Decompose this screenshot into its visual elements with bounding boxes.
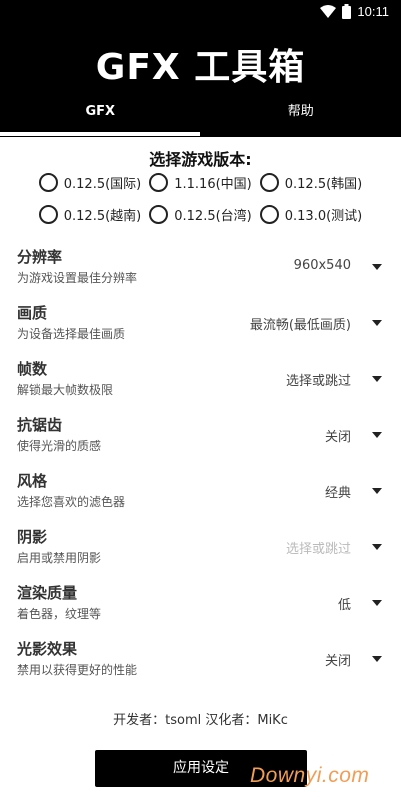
setting-resolution[interactable]: 分辨率 为游戏设置最佳分辨率 960x540	[0, 238, 401, 294]
radio-button[interactable]	[38, 173, 58, 192]
setting-description: 解锁最大帧数极限	[17, 383, 114, 397]
setting-antialiasing[interactable]: 抗锯齿 使得光滑的质感 关闭	[0, 406, 401, 462]
setting-description: 为游戏设置最佳分辨率	[17, 271, 138, 285]
setting-value[interactable]: 960x540	[294, 258, 351, 273]
setting-description: 着色器，纹理等	[17, 607, 102, 621]
app-bar: GFX 工具箱 GFX 帮助	[0, 24, 401, 137]
setting-fps[interactable]: 帧数 解锁最大帧数极限 选择或跳过	[0, 350, 401, 406]
setting-description: 选择您喜欢的滤色器	[17, 495, 126, 509]
version-option[interactable]: 0.12.5(国际)	[38, 173, 142, 192]
setting-title: 帧数	[17, 360, 48, 378]
version-option[interactable]: 0.13.0(测试)	[259, 205, 363, 224]
version-option-label: 0.13.0(测试)	[284, 209, 363, 224]
scroll-fade	[0, 684, 401, 702]
radio-button[interactable]	[259, 205, 279, 224]
setting-description: 禁用以获得更好的性能	[17, 663, 138, 677]
radio-button[interactable]	[149, 205, 169, 224]
status-bar: 10:11	[0, 0, 401, 24]
dropdown-arrow-icon[interactable]	[372, 376, 382, 382]
dropdown-arrow-icon[interactable]	[372, 656, 382, 662]
version-option-label: 0.12.5(越南)	[63, 209, 142, 224]
setting-title: 风格	[17, 472, 48, 490]
setting-shadows[interactable]: 阴影 启用或禁用阴影 选择或跳过	[0, 518, 401, 574]
wifi-icon	[320, 5, 337, 18]
settings-list[interactable]: 分辨率 为游戏设置最佳分辨率 960x540 画质 为设备选择最佳画质 最流畅(…	[0, 238, 401, 700]
setting-value[interactable]: 关闭	[325, 650, 351, 669]
setting-render-quality[interactable]: 渲染质量 着色器，纹理等 低	[0, 574, 401, 630]
version-radio-row-2: 0.12.5(越南) 0.12.5(台湾) 0.13.0(测试)	[0, 205, 401, 224]
setting-graphics[interactable]: 画质 为设备选择最佳画质 最流畅(最低画质)	[0, 294, 401, 350]
radio-button[interactable]	[38, 205, 58, 224]
app-title: GFX 工具箱	[95, 47, 306, 88]
version-section-title: 选择游戏版本:	[149, 150, 252, 169]
setting-value[interactable]: 最流畅(最低画质)	[250, 314, 351, 333]
credits-text: 开发者：tsoml 汉化者：MiKc	[113, 713, 288, 728]
dropdown-arrow-icon[interactable]	[372, 488, 382, 494]
watermark: Downyi.com	[250, 764, 370, 787]
setting-value[interactable]: 选择或跳过	[286, 370, 351, 389]
setting-description: 使得光滑的质感	[17, 439, 102, 453]
setting-lighting-effects[interactable]: 光影效果 禁用以获得更好的性能 关闭	[0, 630, 401, 686]
dropdown-arrow-icon[interactable]	[372, 544, 382, 550]
setting-value[interactable]: 经典	[325, 482, 351, 501]
version-option[interactable]: 0.12.5(越南)	[38, 205, 142, 224]
version-option-label: 0.12.5(国际)	[63, 177, 142, 192]
version-option-label: 0.12.5(台湾)	[174, 209, 252, 224]
setting-title: 光影效果	[17, 640, 78, 658]
dropdown-arrow-icon[interactable]	[372, 432, 382, 438]
radio-button[interactable]	[149, 173, 169, 192]
version-option[interactable]: 0.12.5(韩国)	[259, 173, 363, 192]
version-option[interactable]: 0.12.5(台湾)	[149, 205, 252, 224]
dropdown-arrow-icon[interactable]	[372, 600, 382, 606]
dropdown-arrow-icon[interactable]	[372, 320, 382, 326]
setting-description: 启用或禁用阴影	[17, 551, 102, 565]
status-icons: 10:11	[320, 4, 389, 19]
radio-button[interactable]	[259, 173, 279, 192]
setting-title: 画质	[17, 304, 48, 322]
setting-value[interactable]: 低	[338, 594, 351, 613]
setting-style[interactable]: 风格 选择您喜欢的滤色器 经典	[0, 462, 401, 518]
setting-value[interactable]: 选择或跳过	[286, 538, 351, 557]
setting-title: 阴影	[17, 528, 48, 546]
status-time: 10:11	[357, 4, 389, 19]
setting-title: 抗锯齿	[17, 416, 63, 434]
dropdown-arrow-icon[interactable]	[372, 264, 382, 270]
setting-description: 为设备选择最佳画质	[17, 327, 126, 341]
version-option[interactable]: 1.1.16(中国)	[149, 173, 252, 192]
version-radio-row-1: 0.12.5(国际) 1.1.16(中国) 0.12.5(韩国)	[0, 173, 401, 192]
tab-help[interactable]: 帮助	[201, 98, 401, 137]
version-option-label: 1.1.16(中国)	[174, 177, 252, 192]
setting-title: 分辨率	[17, 248, 63, 266]
setting-value[interactable]: 关闭	[325, 426, 351, 445]
battery-icon	[342, 4, 352, 19]
tab-indicator	[0, 132, 200, 136]
version-option-label: 0.12.5(韩国)	[284, 177, 363, 192]
setting-title: 渲染质量	[17, 584, 78, 602]
